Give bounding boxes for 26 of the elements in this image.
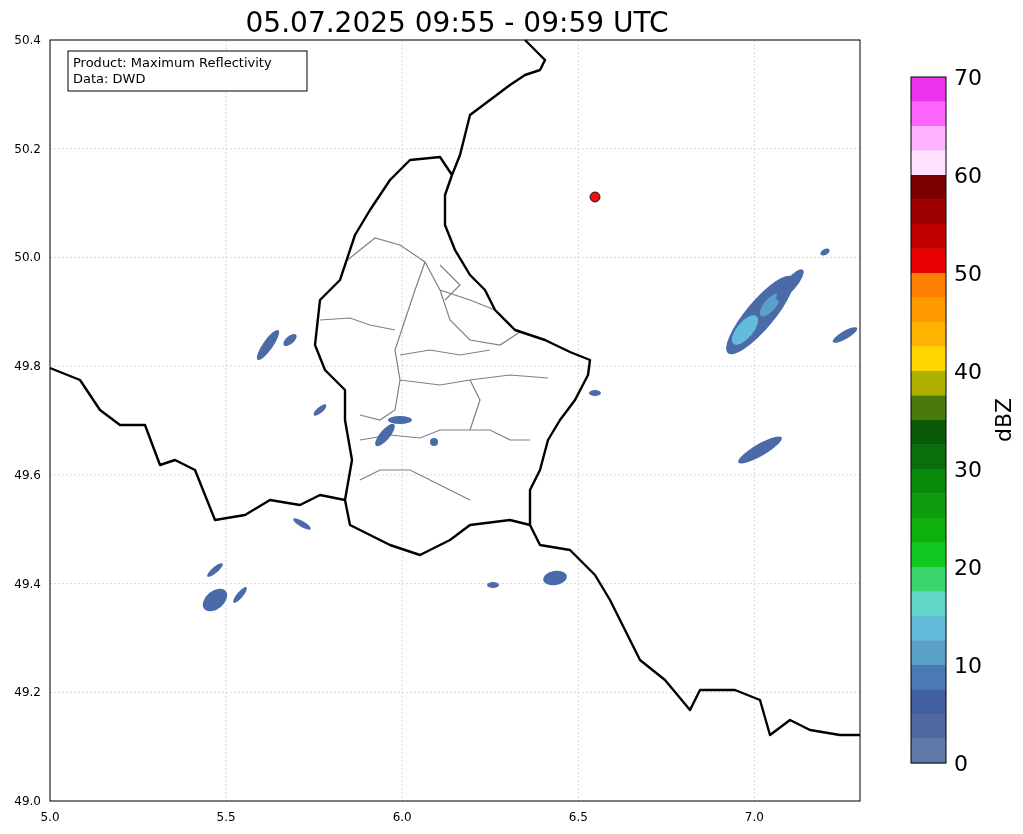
legend-text: Data: DWD (73, 71, 146, 86)
y-tick-label: 49.0 (14, 794, 41, 808)
colorbar-tick-label: 0 (954, 751, 968, 776)
x-tick-label: 6.5 (568, 810, 588, 824)
plot-title: 05.07.2025 09:55 - 09:59 UTC (245, 6, 669, 39)
x-tick-label: 5.5 (216, 810, 236, 824)
y-tick-label: 50.4 (14, 33, 41, 47)
y-tick-label: 49.4 (14, 576, 41, 591)
colorbar-tick-label: 40 (954, 359, 982, 384)
colorbar-tick-label: 60 (954, 163, 982, 188)
colorbar-tick-label: 10 (954, 653, 982, 678)
y-tick-label: 50.0 (14, 250, 41, 265)
location-marker (589, 191, 601, 203)
y-tick-label: 49.6 (14, 467, 41, 482)
y-tick-label: 50.2 (14, 141, 41, 156)
y-tick-label: 49.8 (14, 359, 41, 374)
colorbar-tick-label: 30 (954, 457, 982, 482)
x-tick-label: 6.0 (392, 810, 412, 824)
y-tick-label: 49.2 (14, 685, 41, 700)
x-tick-label: 5.0 (40, 810, 60, 824)
colorbar-label: dBZ (991, 397, 1016, 443)
x-tick-label: 7.0 (744, 810, 764, 824)
colorbar-tick-label: 70 (954, 65, 982, 90)
colorbar-tick-label: 50 (954, 261, 982, 286)
legend-text: Product: Maximum Reflectivity (73, 55, 272, 70)
colorbar-tick-label: 20 (954, 555, 982, 580)
